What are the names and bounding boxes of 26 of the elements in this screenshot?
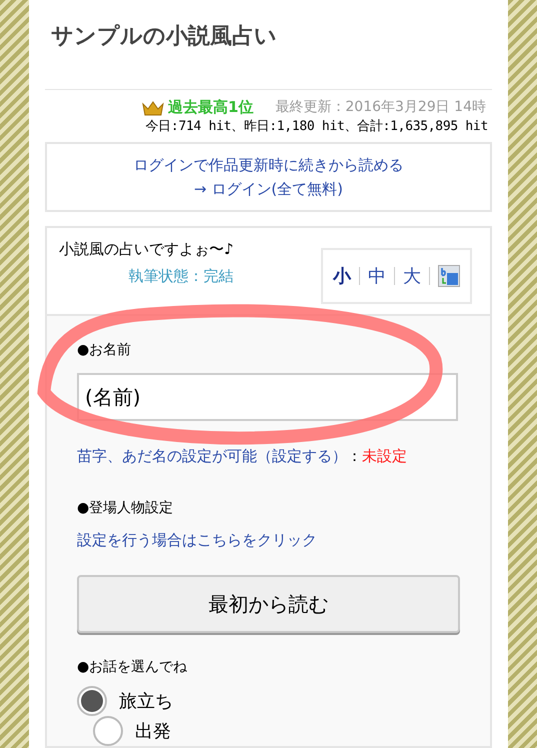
story-label: ●お話を選んでね xyxy=(77,658,188,677)
intro-text: 小説風の占いですよぉ〜♪ xyxy=(59,239,234,260)
radio-button[interactable] xyxy=(93,716,123,746)
hit-count: 今日:714 hit、昨日:1,180 hit、合計:1,635,895 hit xyxy=(146,118,488,136)
font-size-button[interactable]: 大 xyxy=(403,262,421,290)
read-from-start-button[interactable]: 最初から読む xyxy=(77,575,460,633)
name-label: ●お名前 xyxy=(77,341,132,360)
login-prompt[interactable]: ログインで作品更新時に続きから読める xyxy=(134,153,404,177)
separator-colon: ： xyxy=(347,446,362,467)
name-settings-link[interactable]: 苗字、あだ名の設定が可能（設定する） xyxy=(77,445,347,468)
font-size-button[interactable]: 中 xyxy=(368,262,386,290)
setting-status: 未設定 xyxy=(362,446,407,467)
last-updated: 最終更新：2016年3月29日 14時 xyxy=(275,98,486,117)
character-settings-link[interactable]: 設定を行う場合はこちらをクリック xyxy=(77,528,460,551)
character-label: ●登場人物設定 xyxy=(77,498,174,518)
page-title: サンプルの小説風占い xyxy=(51,23,278,51)
crown-icon xyxy=(142,100,164,116)
font-size-button[interactable]: 小 xyxy=(333,262,351,290)
writing-status: 執筆状態：完結 xyxy=(128,266,234,286)
text-toggle-icon[interactable] xyxy=(438,265,460,287)
radio-button[interactable] xyxy=(77,686,107,716)
story-option[interactable]: 旅立ち xyxy=(77,686,460,716)
rank-label: 過去最高1位 xyxy=(168,98,254,117)
story-option[interactable]: 出発 xyxy=(93,716,460,746)
login-link[interactable]: → ログイン(全て無料) xyxy=(194,177,344,201)
name-field[interactable]: (名前) xyxy=(77,373,458,421)
